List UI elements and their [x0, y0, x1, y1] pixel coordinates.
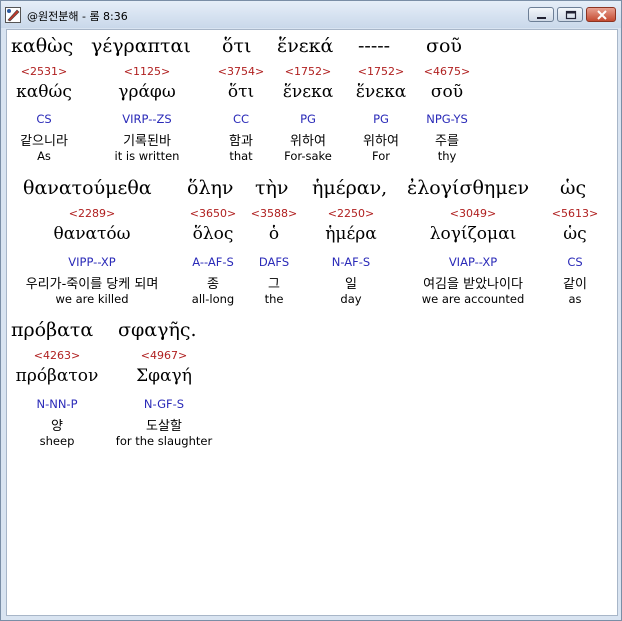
- maximize-icon: [565, 10, 577, 20]
- minimize-icon: [537, 17, 546, 19]
- english-gloss: sheep: [39, 434, 75, 448]
- greek-word: ἡμέραν,: [312, 177, 388, 199]
- lemma: ὡς: [563, 224, 587, 244]
- greek-word: ὅλην: [187, 177, 234, 199]
- lemma: ὅτι: [227, 82, 255, 102]
- english-gloss: it is written: [114, 149, 180, 163]
- lemma: Σφαγή: [136, 366, 192, 386]
- parsing-code: NPG-YS: [426, 112, 468, 126]
- window-title: @원전분해 - 롬 8:36: [27, 10, 128, 23]
- english-gloss: day: [340, 292, 362, 306]
- lemma: σοῦ: [430, 82, 464, 102]
- minimize-button[interactable]: [528, 7, 554, 22]
- lemma: ὁ: [268, 224, 280, 244]
- parsing-code: VIAP--XP: [448, 255, 498, 269]
- greek-word: ὅτι: [222, 35, 252, 57]
- lemma: θανατόω: [53, 224, 131, 244]
- greek-word: θανατούμεθα: [23, 177, 152, 199]
- strong-number[interactable]: <5613>: [552, 207, 598, 220]
- greek-word: πρόβατα: [11, 319, 94, 341]
- korean-gloss: 도살할: [146, 419, 182, 434]
- parsing-code: VIPP--XP: [68, 255, 116, 269]
- maximize-button[interactable]: [557, 7, 583, 22]
- greek-word: γέγραπται: [91, 35, 191, 57]
- parsing-code: DAFS: [258, 255, 290, 269]
- strong-number[interactable]: <3754>: [218, 65, 264, 78]
- korean-gloss: 같으니라: [20, 134, 68, 149]
- english-gloss: that: [229, 149, 253, 163]
- greek-word: ἐλογίσθημεν: [407, 177, 530, 199]
- strong-number[interactable]: <2250>: [328, 207, 374, 220]
- korean-gloss: 같이: [563, 277, 587, 292]
- lemma: ὅλος: [192, 224, 234, 244]
- english-gloss: For: [372, 149, 390, 163]
- english-gloss: for the slaughter: [115, 434, 213, 448]
- strong-number[interactable]: <4967>: [141, 349, 187, 362]
- korean-gloss: 주를: [435, 134, 459, 149]
- english-gloss: all-long: [191, 292, 235, 306]
- strong-number[interactable]: <3588>: [251, 207, 297, 220]
- strong-number[interactable]: <3049>: [450, 207, 496, 220]
- strong-number[interactable]: <1752>: [285, 65, 331, 78]
- lemma: γράφω: [118, 82, 176, 102]
- lemma: καθώς: [16, 82, 72, 102]
- strong-number[interactable]: <3650>: [190, 207, 236, 220]
- lemma: ἡμέρα: [325, 224, 377, 244]
- greek-word: -----: [358, 35, 391, 57]
- greek-word: ἕνεκά: [277, 35, 334, 57]
- greek-word: τὴν: [255, 177, 289, 199]
- strong-number[interactable]: <2531>: [21, 65, 67, 78]
- korean-gloss: 양: [51, 419, 63, 434]
- app-window: @원전분해 - 롬 8:36 καθὼς <2531> καθώς CS 같으니…: [0, 0, 622, 621]
- english-gloss: we are accounted: [421, 292, 525, 306]
- parsing-code: N-GF-S: [143, 397, 185, 411]
- english-gloss: as: [568, 292, 582, 306]
- parsing-code: N-AF-S: [331, 255, 371, 269]
- parsing-code: A--AF-S: [192, 255, 234, 269]
- korean-gloss: 그: [268, 277, 280, 292]
- korean-gloss: 일: [345, 277, 357, 292]
- strong-number[interactable]: <4675>: [424, 65, 470, 78]
- korean-gloss: 함과: [229, 134, 253, 149]
- parsing-code: PG: [373, 112, 389, 126]
- lemma: λογίζομαι: [429, 224, 517, 244]
- parsing-code: CC: [232, 112, 250, 126]
- parsing-code: VIRP--ZS: [122, 112, 172, 126]
- lemma: πρόβατον: [15, 366, 99, 386]
- korean-gloss: 기록된바: [123, 134, 171, 149]
- interlinear-panel: καθὼς <2531> καθώς CS 같으니라 As γέγραπται …: [6, 29, 618, 616]
- parsing-code: CS: [36, 112, 52, 126]
- parsing-code: CS: [567, 255, 583, 269]
- english-gloss: As: [37, 149, 51, 163]
- english-gloss: the: [264, 292, 284, 306]
- close-button[interactable]: [586, 7, 616, 22]
- close-icon: [597, 10, 607, 20]
- lemma: ἕνεκα: [355, 82, 407, 102]
- greek-word: σφαγῆς.: [118, 319, 197, 341]
- korean-gloss: 우리가-죽이를 당케 되며: [25, 277, 159, 292]
- lemma: ἕνεκα: [282, 82, 334, 102]
- parsing-code: N-NN-P: [36, 397, 78, 411]
- english-gloss: we are killed: [55, 292, 129, 306]
- strong-number[interactable]: <1752>: [358, 65, 404, 78]
- english-gloss: thy: [437, 149, 457, 163]
- title-bar[interactable]: @원전분해 - 롬 8:36: [1, 1, 621, 28]
- korean-gloss: 위하여: [290, 134, 326, 149]
- korean-gloss: 여김을 받았나이다: [423, 277, 523, 292]
- app-logo-icon: [5, 7, 21, 23]
- strong-number[interactable]: <1125>: [124, 65, 170, 78]
- korean-gloss: 종: [207, 277, 219, 292]
- strong-number[interactable]: <2289>: [69, 207, 115, 220]
- english-gloss: For-sake: [284, 149, 332, 163]
- greek-word: ὡς: [560, 177, 587, 199]
- greek-word: καθὼς: [11, 35, 74, 57]
- parsing-code: PG: [300, 112, 316, 126]
- strong-number[interactable]: <4263>: [34, 349, 80, 362]
- korean-gloss: 위하여: [363, 134, 399, 149]
- greek-word: σοῦ: [426, 35, 462, 57]
